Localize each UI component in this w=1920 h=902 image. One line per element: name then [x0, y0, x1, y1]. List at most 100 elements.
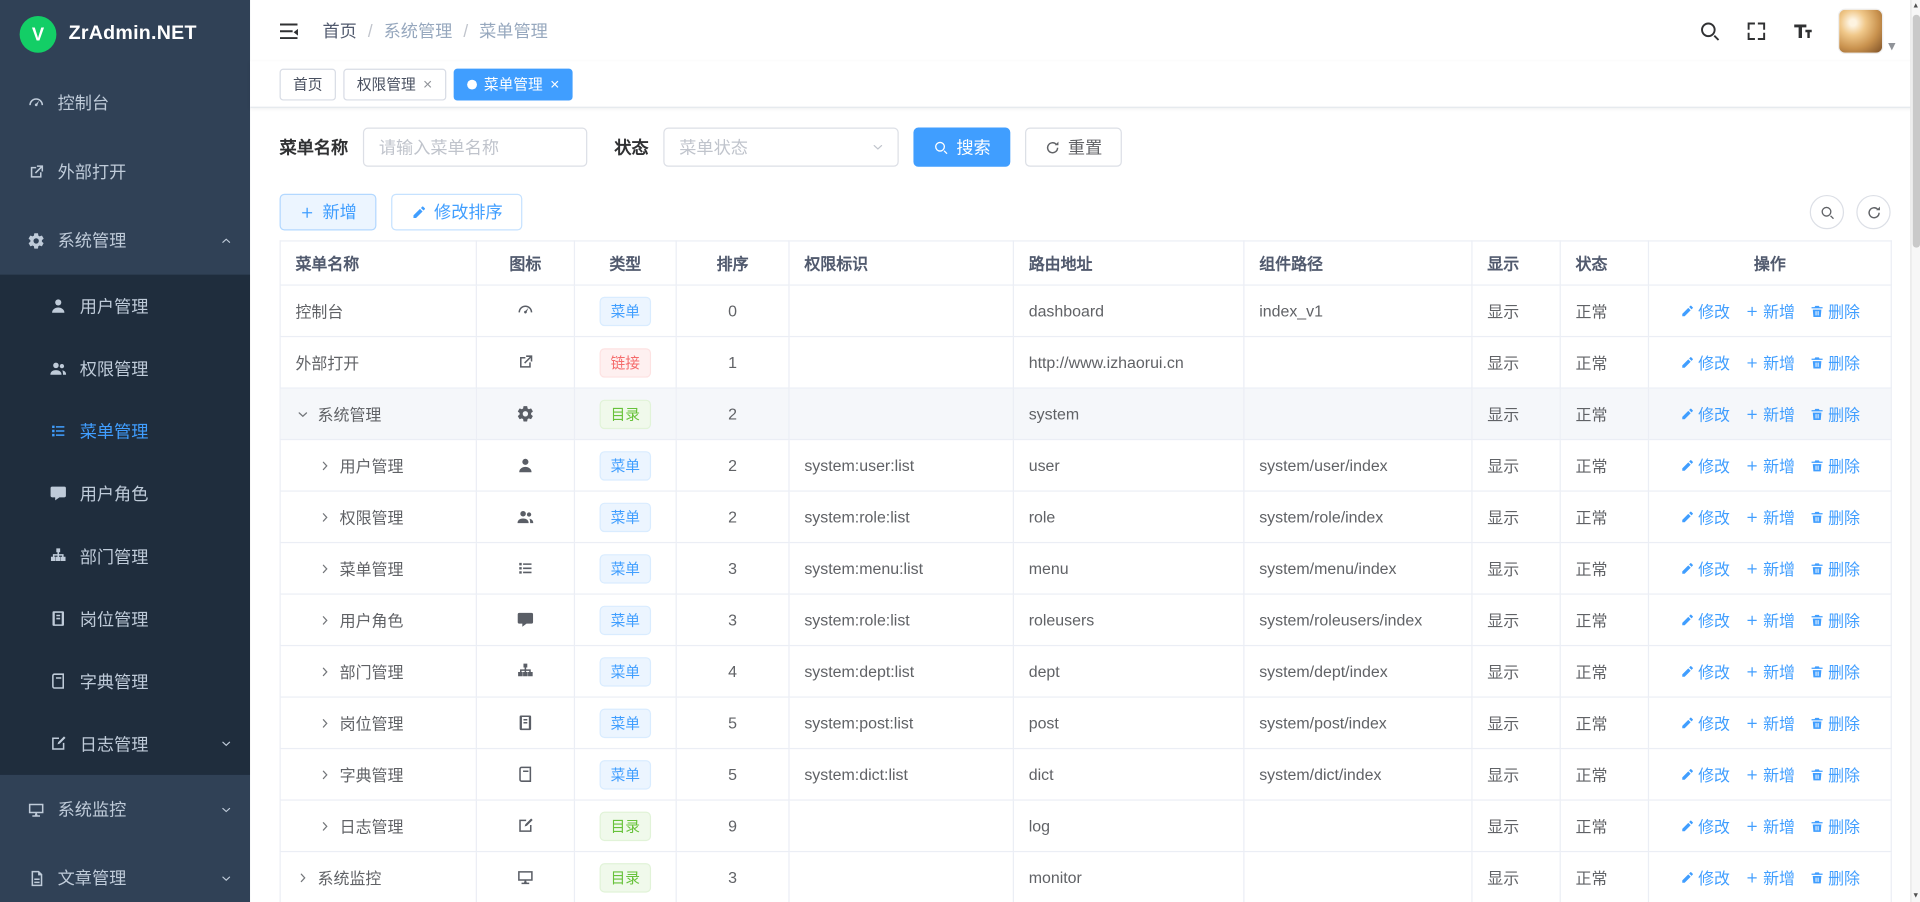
delete-link[interactable]: 删除 — [1810, 505, 1860, 528]
table-row[interactable]: 权限管理菜单2system:role:listrolesystem/role/i… — [280, 491, 1891, 542]
menu-name-cell: 权限管理 — [280, 491, 476, 542]
scrollbar-thumb[interactable] — [1912, 15, 1919, 248]
sidebar-item-system-manage[interactable]: 系统管理 — [0, 206, 250, 275]
actions-cell: 修改新增删除 — [1648, 491, 1891, 542]
tab-menu-manage[interactable]: 菜单管理× — [453, 68, 573, 100]
delete-link[interactable]: 删除 — [1810, 454, 1860, 477]
menu-name: 用户管理 — [340, 454, 404, 477]
add-link[interactable]: 新增 — [1745, 866, 1795, 889]
table-row[interactable]: 用户管理菜单2system:user:listusersystem/user/i… — [280, 440, 1891, 491]
add-link[interactable]: 新增 — [1745, 402, 1795, 425]
sidebar-item-external-open[interactable]: 外部打开 — [0, 137, 250, 206]
scroll-down-icon[interactable]: ▼ — [1912, 890, 1919, 902]
add-link[interactable]: 新增 — [1745, 608, 1795, 631]
toggle-search-button[interactable] — [1810, 195, 1844, 229]
edit-icon — [1680, 406, 1695, 421]
sidebar-item-user-role[interactable]: 用户角色 — [0, 462, 250, 525]
table-row[interactable]: 用户角色菜单3system:role:listroleuserssystem/r… — [280, 594, 1891, 645]
delete-link[interactable]: 删除 — [1810, 557, 1860, 580]
scroll-up-icon[interactable]: ▲ — [1912, 0, 1919, 12]
add-link[interactable]: 新增 — [1745, 557, 1795, 580]
refresh-table-button[interactable] — [1856, 195, 1890, 229]
edit-link[interactable]: 修改 — [1680, 608, 1730, 631]
edit-link[interactable]: 修改 — [1680, 351, 1730, 374]
add-link[interactable]: 新增 — [1745, 763, 1795, 786]
sidebar-item-log-manage[interactable]: 日志管理 — [0, 712, 250, 775]
delete-link[interactable]: 删除 — [1810, 351, 1860, 374]
user-menu[interactable]: ▾ — [1838, 8, 1896, 53]
edit-link[interactable]: 修改 — [1680, 299, 1730, 322]
route-cell: menu — [1013, 543, 1244, 594]
sidebar-item-dept-manage[interactable]: 部门管理 — [0, 525, 250, 588]
add-link[interactable]: 新增 — [1745, 814, 1795, 837]
table-row[interactable]: 字典管理菜单5system:dict:listdictsystem/dict/i… — [280, 749, 1891, 800]
sort-button[interactable]: 修改排序 — [391, 194, 522, 231]
add-link[interactable]: 新增 — [1745, 660, 1795, 683]
status-select[interactable]: 菜单状态 — [663, 128, 898, 167]
breadcrumb-item[interactable]: 首页 — [322, 18, 356, 43]
table-row[interactable]: 系统管理目录2system显示正常修改新增删除 — [280, 388, 1891, 439]
edit-link[interactable]: 修改 — [1680, 557, 1730, 580]
sidebar-item-console[interactable]: 控制台 — [0, 69, 250, 138]
fullscreen-button[interactable] — [1745, 19, 1768, 42]
browser-scrollbar[interactable]: ▲ ▼ — [1910, 0, 1920, 902]
add-link[interactable]: 新增 — [1745, 711, 1795, 734]
component-cell: system/dict/index — [1244, 749, 1472, 800]
reset-button[interactable]: 重置 — [1025, 128, 1122, 167]
column-header: 图标 — [476, 241, 574, 285]
delete-link[interactable]: 删除 — [1810, 660, 1860, 683]
add-button[interactable]: 新增 — [280, 194, 377, 231]
edit-link[interactable]: 修改 — [1680, 660, 1730, 683]
add-link[interactable]: 新增 — [1745, 454, 1795, 477]
add-link[interactable]: 新增 — [1745, 299, 1795, 322]
search-submit-button[interactable]: 搜索 — [913, 128, 1010, 167]
table-row[interactable]: 控制台菜单0dashboardindex_v1显示正常修改新增删除 — [280, 285, 1891, 336]
sidebar-toggle-button[interactable] — [277, 19, 300, 42]
caret-down-icon: ▾ — [1888, 36, 1895, 53]
menu-icon-cell — [476, 337, 574, 388]
sidebar-item-label: 菜单管理 — [80, 419, 233, 444]
delete-link[interactable]: 删除 — [1810, 814, 1860, 837]
table-row[interactable]: 系统监控目录3monitor显示正常修改新增删除 — [280, 852, 1891, 902]
chevron-up-icon — [219, 234, 232, 247]
type-tag: 菜单 — [600, 708, 652, 737]
edit-link[interactable]: 修改 — [1680, 402, 1730, 425]
table-row[interactable]: 外部打开链接1http://www.izhaorui.cn显示正常修改新增删除 — [280, 337, 1891, 388]
sidebar-item-dict-manage[interactable]: 字典管理 — [0, 650, 250, 713]
sidebar-item-post-manage[interactable]: 岗位管理 — [0, 587, 250, 650]
font-size-button[interactable] — [1791, 19, 1814, 42]
close-icon[interactable]: × — [423, 76, 432, 92]
edit-link[interactable]: 修改 — [1680, 454, 1730, 477]
menu-name-input[interactable] — [363, 128, 587, 167]
type-cell: 菜单 — [574, 646, 676, 697]
delete-link[interactable]: 删除 — [1810, 402, 1860, 425]
delete-link[interactable]: 删除 — [1810, 763, 1860, 786]
menu-name-cell: 系统监控 — [280, 852, 476, 902]
edit-link[interactable]: 修改 — [1680, 866, 1730, 889]
close-icon[interactable]: × — [550, 76, 559, 92]
sidebar-item-menu-manage[interactable]: 菜单管理 — [0, 400, 250, 463]
sidebar-item-article-manage[interactable]: 文章管理 — [0, 844, 250, 902]
delete-link[interactable]: 删除 — [1810, 608, 1860, 631]
table-row[interactable]: 日志管理目录9log显示正常修改新增删除 — [280, 800, 1891, 851]
sidebar-item-system-monitor[interactable]: 系统监控 — [0, 775, 250, 844]
tab-role-manage[interactable]: 权限管理× — [343, 68, 446, 100]
delete-link[interactable]: 删除 — [1810, 299, 1860, 322]
edit-link[interactable]: 修改 — [1680, 711, 1730, 734]
edit-link[interactable]: 修改 — [1680, 763, 1730, 786]
table-row[interactable]: 菜单管理菜单3system:menu:listmenusystem/menu/i… — [280, 543, 1891, 594]
table-row[interactable]: 部门管理菜单4system:dept:listdeptsystem/dept/i… — [280, 646, 1891, 697]
add-link[interactable]: 新增 — [1745, 505, 1795, 528]
add-link[interactable]: 新增 — [1745, 351, 1795, 374]
action-label: 修改 — [1698, 557, 1730, 580]
table-row[interactable]: 岗位管理菜单5system:post:listpostsystem/post/i… — [280, 697, 1891, 748]
sidebar-item-role-manage[interactable]: 权限管理 — [0, 337, 250, 400]
sidebar-item-user-manage[interactable]: 用户管理 — [0, 275, 250, 338]
delete-link[interactable]: 删除 — [1810, 866, 1860, 889]
header-search-button[interactable] — [1698, 19, 1721, 42]
tab-home[interactable]: 首页 — [280, 68, 336, 100]
edit-link[interactable]: 修改 — [1680, 505, 1730, 528]
app-logo[interactable]: V ZrAdmin.NET — [0, 0, 250, 69]
delete-link[interactable]: 删除 — [1810, 711, 1860, 734]
edit-link[interactable]: 修改 — [1680, 814, 1730, 837]
